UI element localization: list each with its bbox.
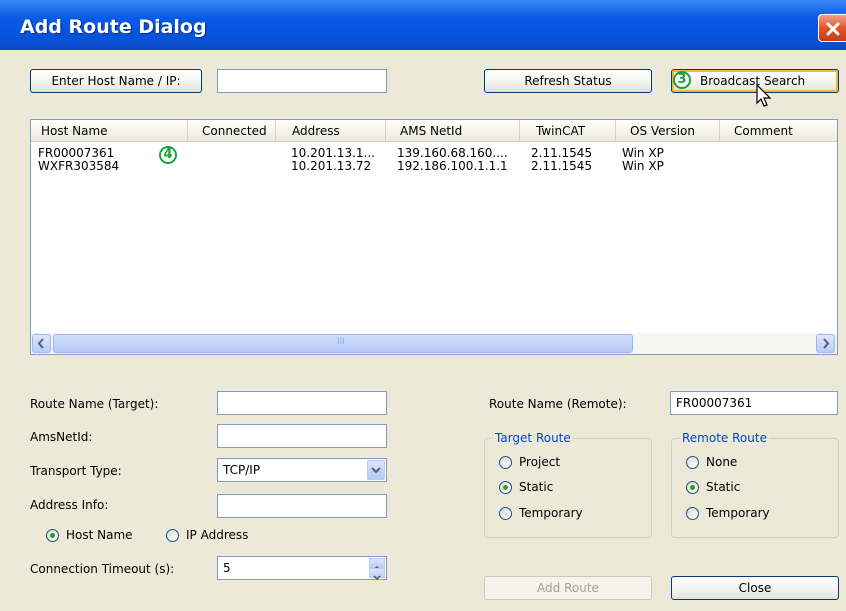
broadcast-search-label: Broadcast Search: [700, 74, 806, 88]
remote-temporary-label: Temporary: [706, 506, 770, 520]
radio-unselected-icon: [166, 529, 179, 542]
title-bar: Add Route Dialog: [0, 0, 846, 50]
target-route-legend: Target Route: [493, 431, 573, 445]
spin-down-button[interactable]: [369, 568, 385, 581]
scroll-grip: III: [337, 337, 345, 347]
radio-selected-icon: [46, 529, 59, 542]
col-connected[interactable]: Connected: [188, 120, 276, 142]
cell-ams: 192.186.100.1.1.1: [397, 159, 508, 173]
transport-type-select[interactable]: TCP/IP: [217, 458, 387, 482]
host-list[interactable]: Host Name Connected Address AMS NetId Tw…: [30, 119, 838, 355]
step-badge-3: 3: [673, 71, 691, 89]
col-os-version[interactable]: OS Version: [616, 120, 720, 142]
route-name-target-label: Route Name (Target):: [30, 397, 159, 411]
remote-temporary-radio[interactable]: Temporary: [686, 506, 770, 522]
chevron-down-icon: [371, 467, 381, 474]
col-comment[interactable]: Comment: [720, 120, 837, 142]
address-info-label: Address Info:: [30, 498, 109, 512]
broadcast-search-button[interactable]: Broadcast Search: [671, 69, 839, 93]
spin-up-button[interactable]: [369, 558, 385, 571]
cell-twincat: 2.11.1545: [531, 159, 593, 173]
dropdown-button[interactable]: [367, 460, 385, 480]
ip-address-radio[interactable]: IP Address: [166, 528, 248, 544]
radio-unselected-icon: [499, 456, 512, 469]
radio-unselected-icon: [499, 507, 512, 520]
cell-address: 10.201.13.72: [291, 159, 372, 173]
add-route-button[interactable]: Add Route: [484, 576, 652, 600]
radio-unselected-icon: [686, 507, 699, 520]
close-icon: [826, 22, 840, 36]
col-ams-netid[interactable]: AMS NetId: [386, 120, 520, 142]
transport-type-label: Transport Type:: [30, 464, 122, 478]
remote-static-radio[interactable]: Static: [686, 480, 740, 496]
host-name-radio-label: Host Name: [66, 528, 133, 542]
radio-selected-icon: [499, 481, 512, 494]
ip-address-radio-label: IP Address: [186, 528, 249, 542]
cell-host: WXFR303584: [38, 159, 120, 173]
target-route-group: Target Route Project Static Temporary: [484, 431, 652, 538]
connection-timeout-value: 5: [223, 561, 231, 575]
amsnetid-label: AmsNetId:: [30, 430, 93, 444]
target-static-label: Static: [519, 480, 554, 494]
scroll-right-button[interactable]: [816, 334, 835, 353]
chevron-down-icon: [373, 575, 381, 581]
remote-none-radio[interactable]: None: [686, 455, 737, 471]
list-header: Host Name Connected Address AMS NetId Tw…: [31, 120, 837, 142]
address-info-input[interactable]: [217, 494, 387, 518]
host-name-radio[interactable]: Host Name: [46, 528, 133, 544]
target-static-radio[interactable]: Static: [499, 480, 553, 496]
host-ip-input[interactable]: [217, 69, 387, 93]
col-address[interactable]: Address: [276, 120, 386, 142]
enter-host-button[interactable]: Enter Host Name / IP:: [30, 69, 202, 93]
radio-selected-icon: [686, 481, 699, 494]
cell-os: Win XP: [622, 159, 664, 173]
route-name-remote-input[interactable]: FR00007361: [670, 391, 838, 415]
target-project-radio[interactable]: Project: [499, 455, 560, 471]
connection-timeout-label: Connection Timeout (s):: [30, 562, 175, 576]
target-temporary-radio[interactable]: Temporary: [499, 506, 583, 522]
connection-timeout-spinner[interactable]: 5: [217, 556, 387, 581]
remote-none-label: None: [706, 455, 738, 469]
transport-type-value: TCP/IP: [223, 463, 261, 477]
remote-route-legend: Remote Route: [680, 431, 769, 445]
route-name-target-input[interactable]: [217, 391, 387, 415]
table-row[interactable]: WXFR303584 10.201.13.72 192.186.100.1.1.…: [31, 159, 664, 173]
dialog-body: Enter Host Name / IP: Refresh Status Bro…: [0, 50, 846, 611]
horizontal-scrollbar[interactable]: III: [31, 333, 837, 354]
col-twincat[interactable]: TwinCAT: [520, 120, 616, 142]
refresh-status-button[interactable]: Refresh Status: [484, 69, 652, 93]
chevron-left-icon: [37, 338, 44, 349]
window-title: Add Route Dialog: [20, 16, 207, 38]
step-badge-4: 4: [159, 146, 177, 164]
radio-unselected-icon: [686, 456, 699, 469]
target-temporary-label: Temporary: [519, 506, 583, 520]
remote-static-label: Static: [706, 480, 741, 494]
scroll-thumb[interactable]: III: [53, 334, 633, 353]
close-button[interactable]: Close: [671, 576, 839, 600]
remote-route-group: Remote Route None Static Temporary: [671, 431, 839, 538]
target-project-label: Project: [519, 455, 561, 469]
route-name-remote-label: Route Name (Remote):: [489, 397, 627, 411]
col-host-name[interactable]: Host Name: [31, 120, 188, 142]
close-window-button[interactable]: [818, 14, 846, 42]
chevron-right-icon: [823, 338, 830, 349]
scroll-left-button[interactable]: [32, 334, 51, 353]
amsnetid-input[interactable]: [217, 424, 387, 448]
mouse-cursor-icon: [756, 84, 772, 107]
